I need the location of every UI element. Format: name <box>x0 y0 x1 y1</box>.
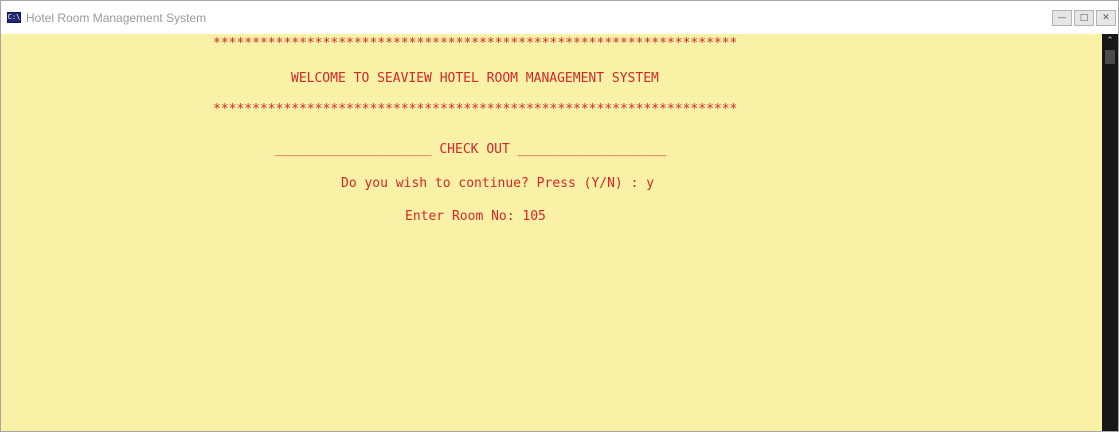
console-app-icon-glyph: C:\ <box>7 13 21 21</box>
minimize-icon: — <box>1057 12 1067 23</box>
stars-divider-top: ****************************************… <box>213 36 738 51</box>
console-app-icon[interactable]: C:\ <box>7 12 21 23</box>
close-icon: ✕ <box>1102 12 1110 23</box>
room-number-prompt: Enter Room No: 105 <box>405 209 546 224</box>
window-controls: — □ ✕ <box>1052 10 1116 26</box>
scrollbar-thumb[interactable] <box>1105 50 1115 64</box>
stars-divider-bottom: ****************************************… <box>213 102 738 117</box>
check-out-header: ____________________ CHECK OUT _________… <box>275 142 667 157</box>
console-window: C:\ Hotel Room Management System — □ ✕ *… <box>0 0 1119 432</box>
scroll-up-arrow-icon[interactable]: ⌃ <box>1105 36 1115 46</box>
continue-prompt: Do you wish to continue? Press (Y/N) : y <box>341 176 655 191</box>
window-title: Hotel Room Management System <box>26 10 207 25</box>
vertical-scrollbar[interactable]: ⌃ <box>1102 34 1118 431</box>
welcome-banner: WELCOME TO SEAVIEW HOTEL ROOM MANAGEMENT… <box>291 71 659 86</box>
minimize-button[interactable]: — <box>1052 10 1072 26</box>
console-output[interactable]: ****************************************… <box>1 34 1102 431</box>
close-button[interactable]: ✕ <box>1096 10 1116 26</box>
maximize-button[interactable]: □ <box>1074 10 1094 26</box>
title-bar[interactable]: C:\ Hotel Room Management System — □ ✕ <box>1 1 1118 34</box>
maximize-icon: □ <box>1079 12 1089 23</box>
